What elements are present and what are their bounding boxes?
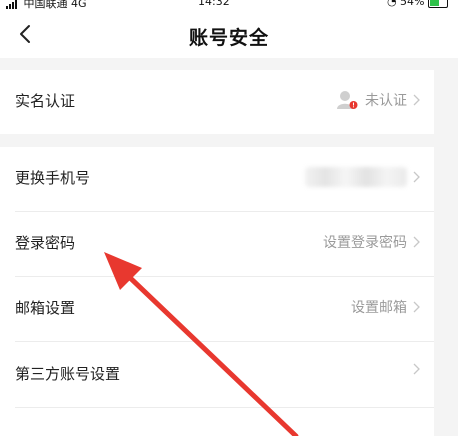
login-password-label: 登录密码: [15, 234, 76, 252]
change-phone-value: [305, 167, 420, 187]
email-settings-label: 邮箱设置: [15, 299, 76, 317]
real-name-status: 未认证: [337, 90, 420, 110]
signal-icon: [6, 0, 20, 9]
status-time: 14:32: [198, 0, 230, 8]
nav-bar: 账号安全: [0, 10, 458, 58]
status-bar: 中国联通 4G 14:32 ◔ 54%: [0, 0, 458, 10]
battery-percent: 54%: [400, 0, 425, 8]
chevron-right-icon: [413, 236, 420, 248]
real-name-label: 实名认证: [15, 92, 76, 110]
divider: [15, 407, 434, 408]
third-party-account-label: 第三方账号设置: [15, 365, 121, 383]
login-password-value: 设置登录密码: [323, 235, 407, 251]
third-party-account-row[interactable]: 第三方账号设置: [0, 343, 434, 407]
chevron-right-icon: [413, 301, 420, 313]
login-password-value-wrap: 设置登录密码: [323, 232, 420, 252]
alarm-icon: ◔: [386, 0, 397, 8]
chevron-right-icon: [413, 363, 420, 375]
email-settings-value: 设置邮箱: [351, 300, 407, 316]
battery-icon: [428, 0, 448, 8]
status-right: ◔ 54%: [387, 0, 448, 8]
status-left: 中国联通 4G: [6, 0, 87, 10]
network-label: 4G: [71, 0, 87, 10]
email-settings-row[interactable]: 邮箱设置 设置邮箱: [0, 277, 434, 341]
real-name-value: 未认证: [365, 93, 407, 109]
real-name-card: 实名认证 未认证: [0, 70, 434, 134]
change-phone-row[interactable]: 更换手机号: [0, 147, 434, 211]
chevron-right-icon: [413, 171, 420, 183]
carrier-label: 中国联通: [23, 0, 68, 10]
real-name-row[interactable]: 实名认证 未认证: [0, 70, 434, 134]
divider: [15, 341, 434, 342]
change-phone-label: 更换手机号: [15, 169, 91, 187]
third-party-account-value-wrap: [413, 363, 420, 375]
user-unverified-icon: [337, 91, 358, 109]
security-settings-card: 更换手机号 登录密码 设置登录密码 邮箱设置 设置邮箱 第三方账号设置: [0, 147, 434, 436]
login-password-row[interactable]: 登录密码 设置登录密码: [0, 212, 434, 276]
chevron-right-icon: [413, 94, 420, 106]
email-settings-value-wrap: 设置邮箱: [351, 297, 420, 317]
blurred-phone-number: [305, 167, 407, 187]
page-title: 账号安全: [188, 27, 269, 49]
